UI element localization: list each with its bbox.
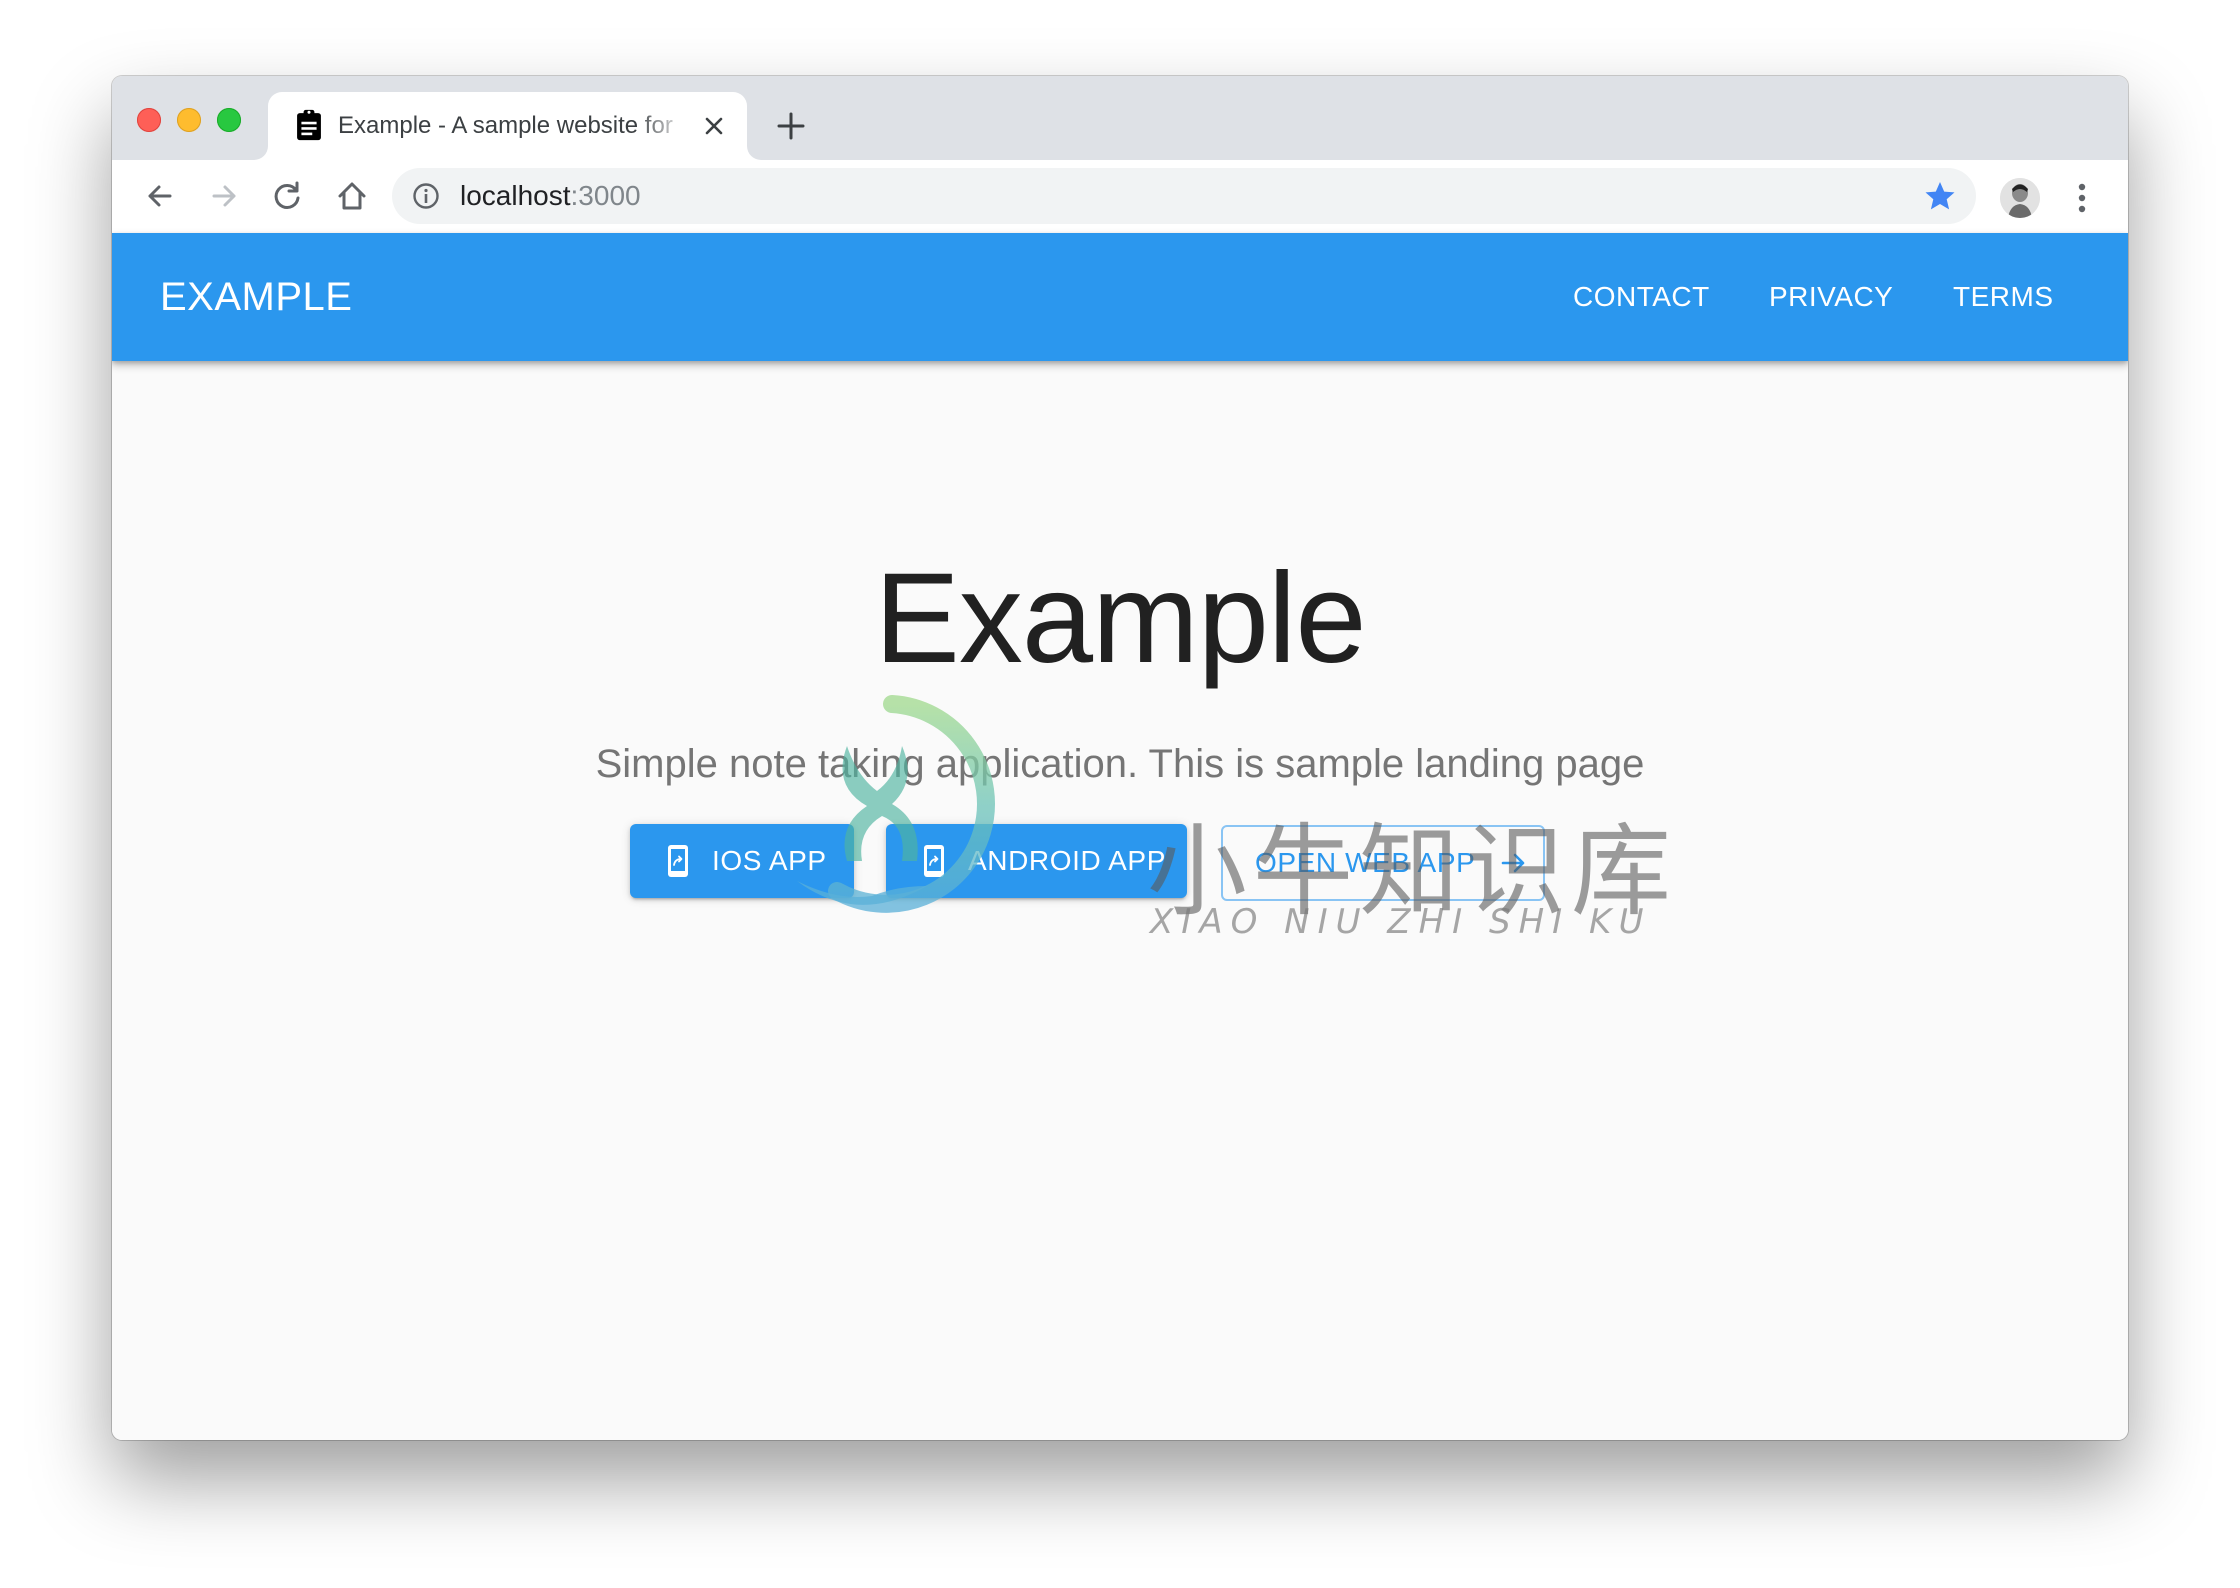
arrow-right-icon <box>1502 853 1525 873</box>
mobile-share-icon <box>668 845 688 877</box>
profile-avatar[interactable] <box>2000 178 2040 218</box>
ios-app-label: IOS APP <box>712 845 827 876</box>
forward-icon[interactable] <box>206 178 242 214</box>
browser-window: Example - A sample website for localhost… <box>112 76 2128 1440</box>
hero-title: Example <box>874 547 1367 690</box>
url-text[interactable]: localhost:3000 <box>460 168 641 224</box>
maximize-window-button[interactable] <box>217 108 241 132</box>
open-web-app-button[interactable]: OPEN WEB APP <box>1221 825 1545 901</box>
brand-logo[interactable]: EXAMPLE <box>160 233 352 361</box>
nav-link-privacy[interactable]: PRIVACY <box>1769 233 1893 361</box>
nav-link-contact[interactable]: CONTACT <box>1573 233 1710 361</box>
close-tab-icon[interactable] <box>698 110 730 142</box>
hero-subtitle: Simple note taking application. This is … <box>595 742 1645 786</box>
browser-tab[interactable]: Example - A sample website for <box>268 92 747 160</box>
android-app-label: ANDROID APP <box>968 845 1166 876</box>
page-content: Example Simple note taking application. … <box>112 361 2128 1440</box>
close-window-button[interactable] <box>137 108 161 132</box>
url-host: localhost <box>460 180 571 211</box>
ios-app-button[interactable]: IOS APP <box>630 824 854 898</box>
reload-icon[interactable] <box>269 178 305 214</box>
more-menu-icon[interactable] <box>2068 178 2096 218</box>
back-icon[interactable] <box>142 178 178 214</box>
app-bar: EXAMPLE CONTACT PRIVACY TERMS <box>112 233 2128 361</box>
new-tab-icon[interactable] <box>775 110 807 142</box>
address-bar[interactable]: localhost:3000 <box>392 168 1976 224</box>
android-app-button[interactable]: ANDROID APP <box>886 824 1187 898</box>
browser-toolbar: localhost:3000 <box>112 160 2128 233</box>
open-web-app-label: OPEN WEB APP <box>1255 847 1476 878</box>
minimize-window-button[interactable] <box>177 108 201 132</box>
profile-photo-icon <box>2000 178 2040 218</box>
mobile-share-icon <box>924 845 944 877</box>
tab-title: Example - A sample website for <box>338 112 673 139</box>
nav-link-terms[interactable]: TERMS <box>1953 233 2054 361</box>
tab-strip: Example - A sample website for <box>112 76 2128 160</box>
clipboard-icon <box>297 109 321 141</box>
bookmark-star-icon[interactable] <box>1924 180 1956 212</box>
home-icon[interactable] <box>334 178 370 214</box>
info-icon[interactable] <box>412 182 440 210</box>
url-port: :3000 <box>570 180 641 211</box>
